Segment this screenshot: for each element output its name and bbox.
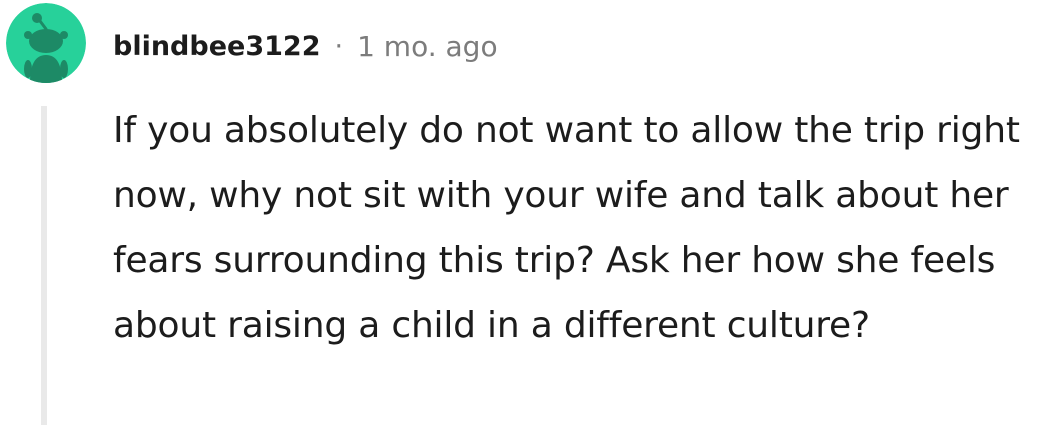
- comment-timestamp[interactable]: 1 mo. ago: [357, 30, 498, 63]
- comment-meta: blindbee3122 · 1 mo. ago: [113, 24, 498, 68]
- thread-collapse-line[interactable]: [41, 106, 47, 425]
- avatar[interactable]: [6, 3, 86, 83]
- snoo-avatar-icon: [6, 3, 86, 83]
- meta-separator: ·: [334, 30, 344, 62]
- comment-body: If you absolutely do not want to allow t…: [113, 110, 1020, 346]
- author-username[interactable]: blindbee3122: [113, 31, 320, 62]
- comment: blindbee3122 · 1 mo. ago If you absolute…: [0, 0, 1064, 425]
